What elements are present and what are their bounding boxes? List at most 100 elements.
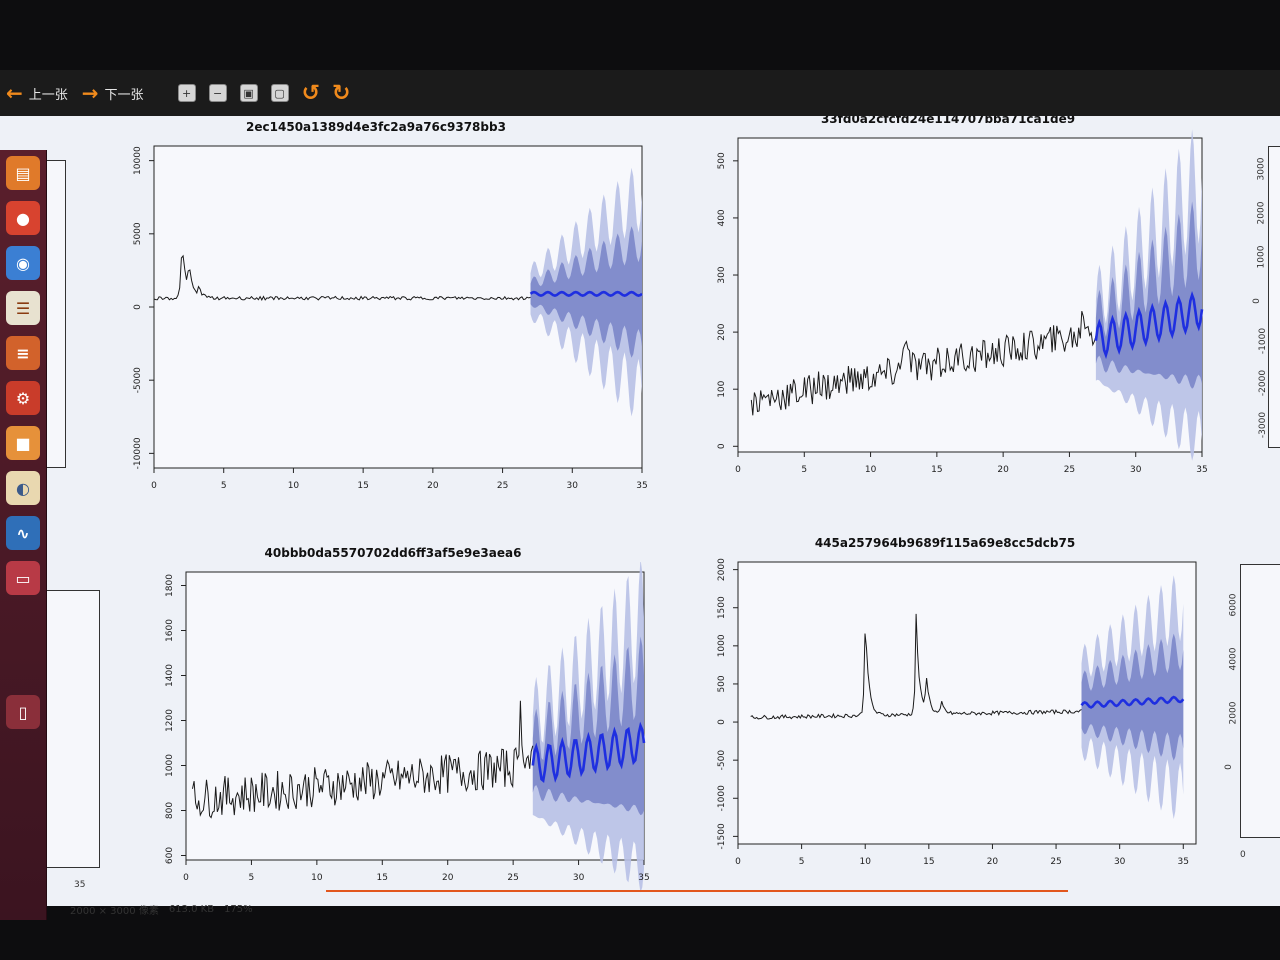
partial-right-ytick: 2000 — [1256, 201, 1267, 225]
y-tick-label: 400 — [717, 209, 727, 226]
y-tick-label: 1400 — [165, 664, 175, 687]
fit-window-icon[interactable]: ▣ — [239, 84, 258, 102]
actual-size-icon[interactable]: ▢ — [270, 84, 289, 102]
x-tick-label: 25 — [507, 873, 518, 883]
chart-title: 33fd0a2cfcfd24e114707bba71ca1de9 — [820, 116, 1076, 126]
x-tick-label: 5 — [221, 481, 227, 491]
y-tick-label: 10000 — [133, 146, 143, 175]
rotate-right-icon[interactable]: ↻ — [332, 81, 350, 106]
launcher-dock: ▤ ● ◉ ☰ ≡ ⚙ ■ ◐ ∿ ▭ ▯ — [0, 150, 47, 920]
x-tick-label: 5 — [801, 465, 807, 475]
x-tick-label: 20 — [427, 481, 439, 491]
y-tick-label: 800 — [165, 802, 175, 819]
forecast-chart-1: 0 5 10 15 20 25 30 35 -10000 -5000 0 5000 10000 — [133, 145, 648, 491]
y-tick-label: -1000 — [717, 785, 727, 811]
y-tick-label: 1600 — [165, 619, 175, 642]
y-tick-label: 1000 — [717, 634, 727, 657]
office-icon[interactable]: ≡ — [6, 336, 40, 370]
y-tick-label: 200 — [717, 323, 727, 340]
store-icon[interactable]: ☰ — [6, 291, 40, 325]
zoom-in-icon[interactable]: + — [177, 84, 196, 102]
chart-panel-4: 445a257964b9689f115a69e8cc5dcb75 0 5 10 15 2… — [680, 534, 1210, 882]
partial-right-ytick: 6000 — [1228, 593, 1239, 617]
arrow-left-icon: ← — [6, 81, 23, 105]
chart-panel-1: 2ec1450a1389d4e3fc2a9a76c9378bb3 0 5 10 15 2… — [96, 116, 656, 504]
horizontal-scrollbar[interactable] — [326, 890, 1068, 892]
partial-plot-right-top — [1268, 146, 1280, 448]
settings-icon[interactable]: ⚙ — [6, 381, 40, 415]
next-image-label: 下一张 — [104, 87, 144, 103]
x-tick-label: 0 — [151, 481, 157, 491]
x-tick-label: 0 — [183, 873, 189, 883]
x-tick-label: 20 — [997, 465, 1009, 475]
folder-icon[interactable]: ■ — [6, 426, 40, 460]
y-tick-label: 1500 — [717, 596, 727, 619]
previous-image-button[interactable]: ← 上一张 — [6, 83, 68, 103]
trash-icon[interactable]: ▯ — [6, 695, 40, 729]
partial-right-ytick: -1000 — [1258, 327, 1269, 355]
x-tick-label: 25 — [497, 481, 508, 491]
arrow-right-icon: → — [81, 81, 99, 105]
x-tick-label: 10 — [859, 857, 871, 867]
x-tick-label: 5 — [249, 873, 255, 883]
partial-left-bottom-tick: 35 — [74, 880, 86, 890]
x-tick-label: 30 — [1130, 465, 1142, 475]
x-tick-label: 10 — [288, 481, 300, 491]
y-tick-label: 300 — [717, 266, 727, 283]
x-tick-label: 5 — [799, 857, 805, 867]
partial-right-ytick: 4000 — [1228, 647, 1239, 671]
y-tick-label: 1000 — [165, 754, 175, 777]
monitor-icon[interactable]: ∿ — [6, 516, 40, 550]
chart-panel-2: 33fd0a2cfcfd24e114707bba71ca1de9 0 5 10 15 2… — [680, 116, 1216, 486]
y-tick-label: 2000 — [717, 558, 727, 581]
x-tick-label: 20 — [987, 857, 999, 867]
system-icon[interactable]: ◉ — [6, 246, 40, 280]
partial-right-ytick: 3000 — [1256, 157, 1267, 181]
x-tick-label: 10 — [865, 465, 877, 475]
y-tick-label: -5000 — [133, 367, 143, 393]
image-viewer-icon[interactable]: ◐ — [6, 471, 40, 505]
image-viewer-toolbar: ← 上一张 → 下一张 + − ▣ ▢ ↺ ↻ — [0, 70, 1280, 116]
files-icon[interactable]: ▤ — [6, 156, 40, 190]
x-tick-label: 10 — [311, 873, 323, 883]
plot-area — [737, 137, 1203, 453]
rotate-left-icon[interactable]: ↺ — [302, 81, 320, 106]
x-tick-label: 15 — [931, 465, 942, 475]
chart-title: 445a257964b9689f115a69e8cc5dcb75 — [814, 536, 1076, 550]
x-tick-label: 30 — [567, 481, 579, 491]
y-tick-label: 5000 — [133, 222, 143, 245]
x-tick-label: 15 — [377, 873, 388, 883]
forecast-chart-3: 0 5 10 15 20 25 30 35 600 800 1000 1200 1400 1600 1800 — [165, 562, 650, 893]
x-tick-label: 35 — [638, 873, 649, 883]
forecast-chart-4: 0 5 10 15 20 25 30 35 -1500 -1000 -500 0 500 1000 1500… — [717, 558, 1197, 867]
x-tick-label: 15 — [357, 481, 368, 491]
x-tick-label: 35 — [1196, 465, 1207, 475]
y-tick-label: -1500 — [717, 823, 727, 849]
x-tick-label: 15 — [923, 857, 934, 867]
x-tick-label: 35 — [636, 481, 647, 491]
partial-right-ytick: 1000 — [1256, 245, 1267, 269]
x-tick-label: 35 — [1178, 857, 1189, 867]
next-image-button[interactable]: → 下一张 — [82, 83, 144, 103]
partial-plot-right-bottom — [1240, 564, 1280, 838]
partial-right-ytick: -3000 — [1258, 411, 1269, 439]
y-tick-label: 600 — [165, 847, 175, 864]
x-tick-label: 0 — [735, 857, 741, 867]
image-canvas: 35 35 3000 2000 1000 0 -1000 -2000 -3000… — [0, 116, 1280, 906]
x-tick-label: 30 — [573, 873, 585, 883]
zoom-out-icon[interactable]: − — [208, 84, 227, 102]
chart-panel-3: 40bbb0da5570702dd6ff3af5e9e3aea6 0 5 10 15 2… — [128, 544, 658, 898]
y-tick-label: 100 — [717, 380, 727, 397]
chart-title: 2ec1450a1389d4e3fc2a9a76c9378bb3 — [246, 120, 506, 134]
x-tick-label: 25 — [1050, 857, 1061, 867]
browser-icon[interactable]: ● — [6, 201, 40, 235]
y-tick-label: 1800 — [165, 574, 175, 597]
y-tick-label: -500 — [717, 750, 727, 771]
partial-right-ytick: 0 — [1251, 298, 1262, 304]
image-filesize: 613.0 KB — [168, 903, 215, 915]
window-icon[interactable]: ▭ — [6, 561, 40, 595]
partial-right-bottom-xtick: 0 — [1240, 850, 1246, 860]
y-tick-label: -10000 — [133, 437, 143, 469]
y-tick-label: 500 — [717, 152, 727, 169]
image-dimensions: 2000 × 3000 像素 — [70, 905, 159, 917]
